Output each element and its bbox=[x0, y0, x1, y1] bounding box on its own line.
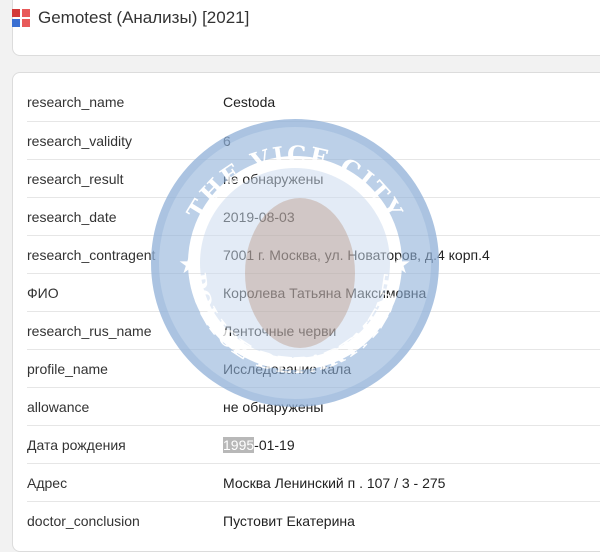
field-key: research_contragent bbox=[27, 246, 156, 263]
table-row: research_result не обнаружены bbox=[27, 159, 600, 197]
field-key: research_name bbox=[27, 94, 125, 110]
table-row: doctor_conclusion Пустовит Екатерина bbox=[27, 501, 600, 539]
field-value[interactable]: Москва Ленинский п . 107 / 3 - 275 bbox=[223, 475, 445, 491]
field-key: Адрес bbox=[27, 474, 68, 491]
field-key: allowance bbox=[27, 398, 90, 415]
table-row: profile_name Исследование кала bbox=[27, 349, 600, 387]
field-key: research_validity bbox=[27, 132, 133, 149]
field-value[interactable]: не обнаружены bbox=[223, 399, 323, 415]
field-key: doctor_conclusion bbox=[27, 512, 140, 529]
table-row: allowance не обнаружены bbox=[27, 387, 600, 425]
field-value[interactable]: 1995-01-19 bbox=[223, 436, 295, 453]
table-row: research_name Cestoda bbox=[27, 83, 600, 121]
field-value[interactable]: 6 bbox=[223, 133, 231, 149]
field-key: research_rus_name bbox=[27, 322, 152, 339]
title-bar: Gemotest (Анализы) [2021] bbox=[12, 6, 249, 30]
table-row: research_validity 6 bbox=[27, 121, 600, 159]
field-value[interactable]: 2019-08-03 bbox=[223, 209, 295, 225]
field-key: research_date bbox=[27, 208, 117, 225]
field-value[interactable]: Cestoda bbox=[223, 94, 275, 110]
record-table: research_name Cestoda research_validity … bbox=[27, 83, 600, 539]
table-row: research_contragent 7001 г. Москва, ул. … bbox=[27, 235, 600, 273]
selected-text[interactable]: 1995 bbox=[223, 436, 255, 453]
window-title: Gemotest (Анализы) [2021] bbox=[38, 8, 250, 27]
field-value[interactable]: Ленточные черви bbox=[223, 323, 336, 339]
record-table-card: research_name Cestoda research_validity … bbox=[12, 72, 600, 552]
table-row: Дата рождения 1995-01-19 bbox=[27, 425, 600, 463]
table-row: Адрес Москва Ленинский п . 107 / 3 - 275 bbox=[27, 463, 600, 501]
field-value[interactable]: Пустовит Екатерина bbox=[223, 513, 355, 529]
field-value[interactable]: Королева Татьяна Максимовна bbox=[223, 285, 426, 301]
field-value-rest: -01-19 bbox=[254, 436, 295, 453]
field-key: ФИО bbox=[27, 284, 59, 301]
field-value[interactable]: Исследование кала bbox=[223, 361, 351, 377]
field-key: Дата рождения bbox=[27, 436, 126, 453]
table-row: ФИО Королева Татьяна Максимовна bbox=[27, 273, 600, 311]
field-value[interactable]: 7001 г. Москва, ул. Новаторов, д.4 корп.… bbox=[223, 247, 490, 263]
table-row: research_rus_name Ленточные черви bbox=[27, 311, 600, 349]
field-value[interactable]: не обнаружены bbox=[223, 171, 323, 187]
field-key: profile_name bbox=[27, 360, 108, 377]
table-row: research_date 2019-08-03 bbox=[27, 197, 600, 235]
grid-app-icon bbox=[12, 9, 30, 27]
field-key: research_result bbox=[27, 170, 124, 187]
